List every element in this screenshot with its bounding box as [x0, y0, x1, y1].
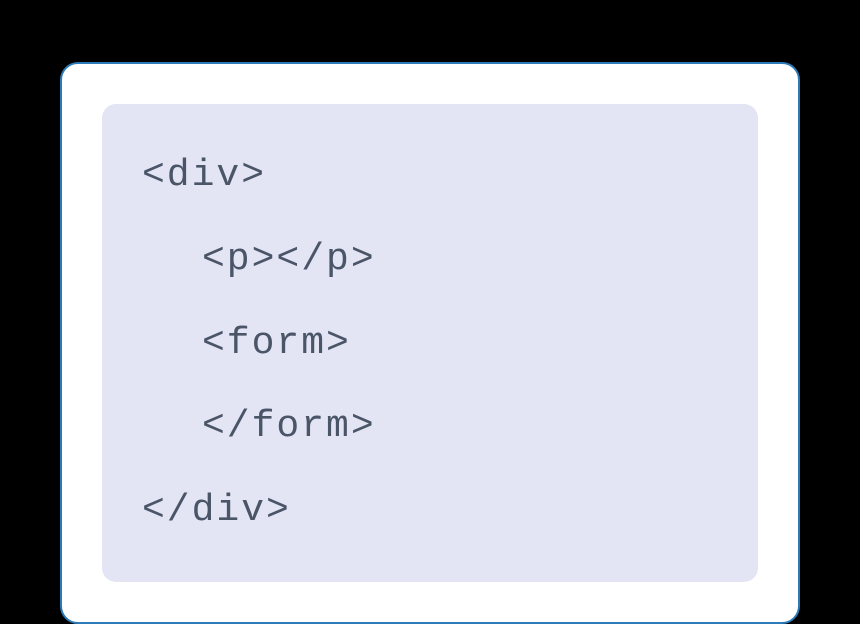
- code-block: <div> <p></p> <form> </form> </div>: [102, 104, 758, 582]
- code-line-4: </form>: [142, 405, 718, 448]
- code-line-2: <p></p>: [142, 238, 718, 281]
- code-line-1: <div>: [142, 154, 718, 197]
- code-card: <div> <p></p> <form> </form> </div>: [60, 62, 800, 624]
- code-line-5: </div>: [142, 489, 718, 532]
- code-line-3: <form>: [142, 322, 718, 365]
